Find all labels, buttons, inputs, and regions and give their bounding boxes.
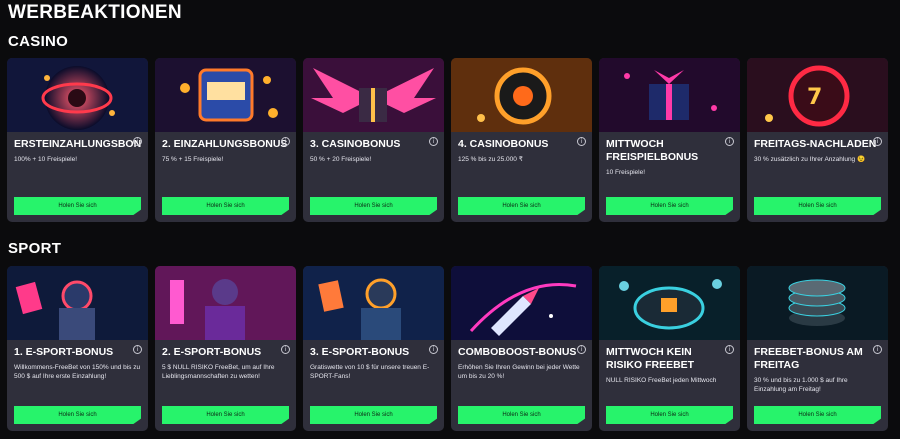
promo-description: 50 % + 20 Freispiele! — [310, 156, 372, 163]
promo-title: 1. E-SPORT-BONUS — [14, 346, 114, 358]
roulette-icon — [7, 58, 148, 132]
info-icon[interactable]: i — [133, 137, 142, 146]
claim-button[interactable]: Holen Sie sich — [606, 197, 733, 215]
page-title: WERBEAKTIONEN — [8, 2, 182, 23]
rocket-icon — [451, 266, 592, 340]
gamer-character-icon — [303, 266, 444, 340]
claim-button[interactable]: Holen Sie sich — [310, 197, 437, 215]
casino-chip-icon — [599, 266, 740, 340]
claim-button[interactable]: Holen Sie sich — [754, 406, 881, 424]
info-icon[interactable]: i — [873, 345, 882, 354]
promo-description: 125 % bis zu 25.000 ₹ — [458, 156, 523, 163]
claim-button[interactable]: Holen Sie sich — [606, 406, 733, 424]
claim-button[interactable]: Holen Sie sich — [458, 197, 585, 215]
promo-title: FREEBET-BONUS AM FREITAG — [754, 346, 863, 371]
info-icon[interactable]: i — [133, 345, 142, 354]
claim-button[interactable]: Holen Sie sich — [754, 197, 881, 215]
promo-card-casino-6[interactable]: 7 FREITAGS-NACHLADEN i 30 % zusätzlich z… — [747, 58, 888, 222]
gift-box-icon — [599, 58, 740, 132]
promo-description: Gratiswette von 10 $ für unsere treuen E… — [310, 364, 430, 380]
info-icon[interactable]: i — [725, 345, 734, 354]
info-icon[interactable]: i — [873, 137, 882, 146]
slot-machine-icon — [155, 58, 296, 132]
info-icon[interactable]: i — [725, 137, 734, 146]
promo-description: Erhöhen Sie Ihren Gewinn bei jeder Wette… — [458, 364, 580, 380]
promo-card-casino-5[interactable]: MITTWOCH FREISPIELBONUS i 10 Freispiele!… — [599, 58, 740, 222]
promo-title: 2. E-SPORT-BONUS — [162, 346, 262, 358]
promo-card-casino-2[interactable]: 2. EINZAHLUNGSBONUS i 75 % + 15 Freispie… — [155, 58, 296, 222]
info-icon[interactable]: i — [577, 345, 586, 354]
promo-title: ERSTEINZAHLUNGSBON — [14, 138, 141, 150]
promo-description: 30 % und bis zu 1.000 $ auf Ihre Einzahl… — [754, 377, 848, 393]
info-icon[interactable]: i — [429, 137, 438, 146]
info-icon[interactable]: i — [577, 137, 586, 146]
promo-description: 5 $ NULL RISIKO FreeBet, um auf Ihre Lie… — [162, 364, 275, 380]
promo-card-sport-4[interactable]: COMBOBOOST-BONUS i Erhöhen Sie Ihren Gew… — [451, 266, 592, 431]
winged-gift-icon — [303, 58, 444, 132]
promo-description: 75 % + 15 Freispiele! — [162, 156, 224, 163]
info-icon[interactable]: i — [429, 345, 438, 354]
slot-reel-icon — [451, 58, 592, 132]
claim-button[interactable]: Holen Sie sich — [162, 197, 289, 215]
info-icon[interactable]: i — [281, 137, 290, 146]
section-title-casino: CASINO — [8, 33, 69, 50]
promo-title: 3. CASINOBONUS — [310, 138, 401, 150]
promo-title: MITTWOCH KEIN RISIKO FREEBET — [606, 346, 695, 371]
slot-wheel-icon: 7 — [747, 58, 888, 132]
promo-description: NULL RISIKO FreeBet jeden Mittwoch — [606, 377, 717, 384]
section-title-sport: SPORT — [8, 240, 62, 257]
claim-button[interactable]: Holen Sie sich — [458, 406, 585, 424]
promo-card-sport-5[interactable]: MITTWOCH KEIN RISIKO FREEBET i NULL RISI… — [599, 266, 740, 431]
promo-card-casino-1[interactable]: ERSTEINZAHLUNGSBON i 100% + 10 Freispiel… — [7, 58, 148, 222]
svg-text:7: 7 — [807, 85, 822, 110]
cyber-hero-icon — [155, 266, 296, 340]
promo-title: FREITAGS-NACHLADEN — [754, 138, 877, 150]
promo-description: 10 Freispiele! — [606, 169, 646, 176]
promo-card-sport-6[interactable]: FREEBET-BONUS AM FREITAG i 30 % und bis … — [747, 266, 888, 431]
promo-card-sport-2[interactable]: 2. E-SPORT-BONUS i 5 $ NULL RISIKO FreeB… — [155, 266, 296, 431]
promo-title: COMBOBOOST-BONUS — [458, 346, 577, 358]
claim-button[interactable]: Holen Sie sich — [162, 406, 289, 424]
promo-card-sport-3[interactable]: 3. E-SPORT-BONUS i Gratiswette von 10 $ … — [303, 266, 444, 431]
promo-title: 4. CASINOBONUS — [458, 138, 549, 150]
claim-button[interactable]: Holen Sie sich — [14, 197, 141, 215]
promo-title: 3. E-SPORT-BONUS — [310, 346, 410, 358]
promo-card-casino-3[interactable]: 3. CASINOBONUS i 50 % + 20 Freispiele! H… — [303, 58, 444, 222]
promo-description: Willkommens-FreeBet von 150% und bis zu … — [14, 364, 141, 380]
promo-description: 100% + 10 Freispiele! — [14, 156, 78, 163]
promo-card-casino-4[interactable]: 4. CASINOBONUS i 125 % bis zu 25.000 ₹ H… — [451, 58, 592, 222]
promo-description: 30 % zusätzlich zu Ihrer Anzahlung 😉 — [754, 156, 866, 163]
chip-stack-icon — [747, 266, 888, 340]
claim-button[interactable]: Holen Sie sich — [310, 406, 437, 424]
promo-title: MITTWOCH FREISPIELBONUS — [606, 138, 699, 163]
promo-title: 2. EINZAHLUNGSBONUS — [162, 138, 288, 150]
promo-card-sport-1[interactable]: 1. E-SPORT-BONUS i Willkommens-FreeBet v… — [7, 266, 148, 431]
robot-warrior-icon — [7, 266, 148, 340]
info-icon[interactable]: i — [281, 345, 290, 354]
claim-button[interactable]: Holen Sie sich — [14, 406, 141, 424]
